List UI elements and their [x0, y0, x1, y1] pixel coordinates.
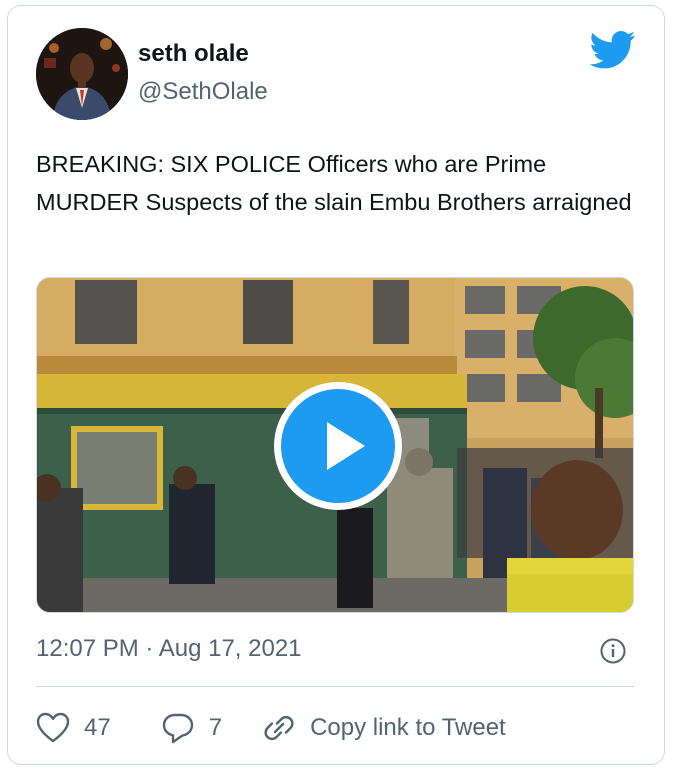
video-thumbnail[interactable]: [36, 277, 634, 613]
tweet-card: seth olale @SethOlale BREAKING: SIX POLI…: [7, 5, 665, 765]
copy-link-label: Copy link to Tweet: [310, 714, 506, 741]
play-icon: [327, 422, 365, 470]
display-name[interactable]: seth olale: [138, 40, 249, 68]
twitter-bird-icon[interactable]: [589, 31, 636, 69]
user-handle[interactable]: @SethOlale: [138, 78, 268, 106]
like-button[interactable]: 47: [36, 712, 111, 744]
tweet-timestamp[interactable]: 12:07 PM · Aug 17, 2021: [36, 635, 302, 663]
avatar[interactable]: [36, 28, 128, 120]
reply-count: 7: [208, 714, 223, 741]
reply-button[interactable]: 7: [161, 711, 222, 745]
play-button[interactable]: [274, 382, 402, 510]
info-icon[interactable]: [600, 638, 626, 664]
tweet-text: BREAKING: SIX POLICE Officers who are Pr…: [36, 151, 632, 215]
divider: [36, 686, 634, 687]
play-button-fill: [281, 389, 395, 503]
like-count: 47: [84, 714, 111, 741]
avatar-photo: [36, 28, 128, 120]
reply-bubble-icon: [162, 713, 193, 744]
action-bar: 47 7 Copy link to Tweet: [36, 706, 506, 750]
heart-icon: [36, 712, 70, 743]
link-icon: [264, 715, 294, 741]
copy-link-button[interactable]: Copy link to Tweet: [262, 711, 506, 745]
